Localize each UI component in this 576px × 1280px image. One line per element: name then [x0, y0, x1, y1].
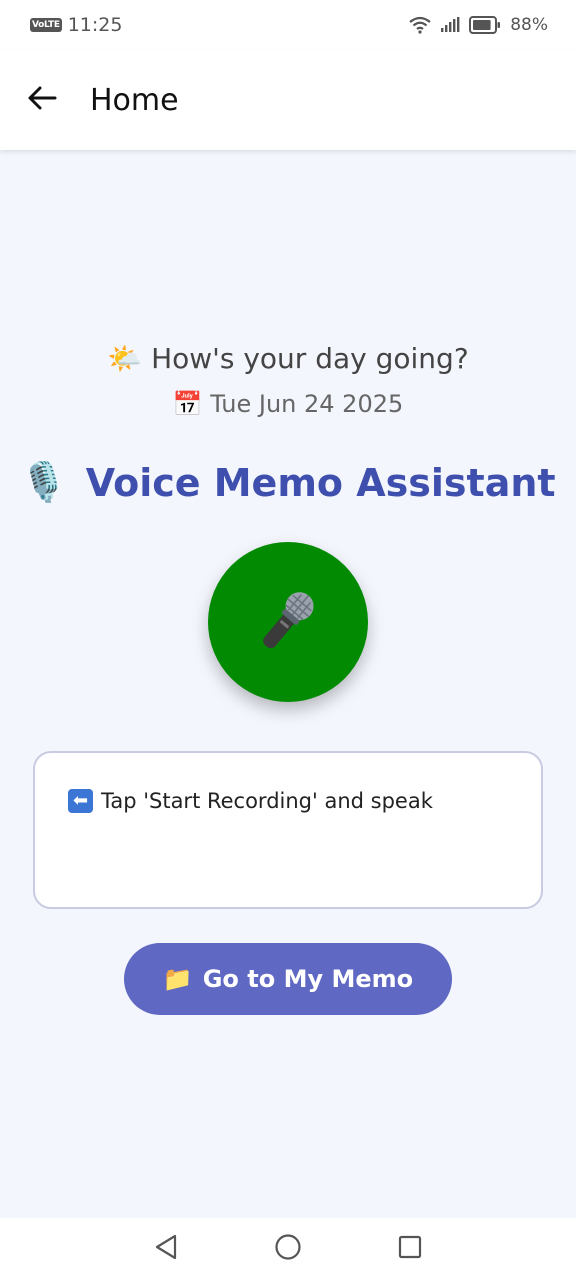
status-time: 11:25 — [67, 14, 123, 36]
battery-icon — [469, 16, 501, 34]
signal-icon — [440, 17, 460, 33]
date-line: 📅 Tue Jun 24 2025 — [0, 390, 576, 418]
left-arrow-icon: ⬅ — [68, 789, 93, 813]
system-nav-bar — [0, 1218, 576, 1280]
page-title: Home — [90, 82, 179, 118]
nav-home-button[interactable] — [270, 1231, 306, 1267]
status-bar: VoLTE 11:25 88% — [0, 0, 576, 50]
nav-back-button[interactable] — [148, 1231, 184, 1267]
volte-badge: VoLTE — [30, 18, 62, 32]
app-bar: Home — [0, 50, 576, 150]
date-text: Tue Jun 24 2025 — [210, 390, 404, 418]
recents-square-icon — [397, 1234, 423, 1264]
status-left: VoLTE 11:25 — [30, 14, 122, 36]
memo-button-label: Go to My Memo — [202, 965, 414, 993]
back-triangle-icon — [153, 1233, 179, 1265]
greeting-text: How's your day going? — [151, 342, 469, 375]
go-to-memo-button[interactable]: 📁 Go to My Memo — [124, 943, 452, 1015]
wifi-icon — [409, 16, 431, 34]
folder-emoji: 📁 — [162, 965, 193, 993]
greeting: 🌤️ How's your day going? — [0, 342, 576, 375]
studio-microphone-emoji: 🎙️ — [20, 460, 68, 504]
arrow-left-icon — [27, 85, 57, 115]
weather-emoji: 🌤️ — [107, 342, 143, 375]
app-headline: 🎙️ Voice Memo Assistant — [0, 460, 576, 505]
back-button[interactable] — [0, 50, 84, 150]
record-button[interactable] — [208, 542, 368, 702]
home-circle-icon — [274, 1233, 302, 1265]
battery-percent: 88% — [510, 15, 548, 35]
nav-recents-button[interactable] — [392, 1231, 428, 1267]
transcript-box: ⬅ Tap 'Start Recording' and speak — [33, 751, 543, 909]
transcript-hint-text: Tap 'Start Recording' and speak — [101, 789, 433, 813]
status-right: 88% — [409, 15, 548, 35]
calendar-emoji: 📅 — [172, 390, 203, 418]
headline-text: Voice Memo Assistant — [85, 460, 556, 505]
microphone-icon — [252, 584, 324, 660]
